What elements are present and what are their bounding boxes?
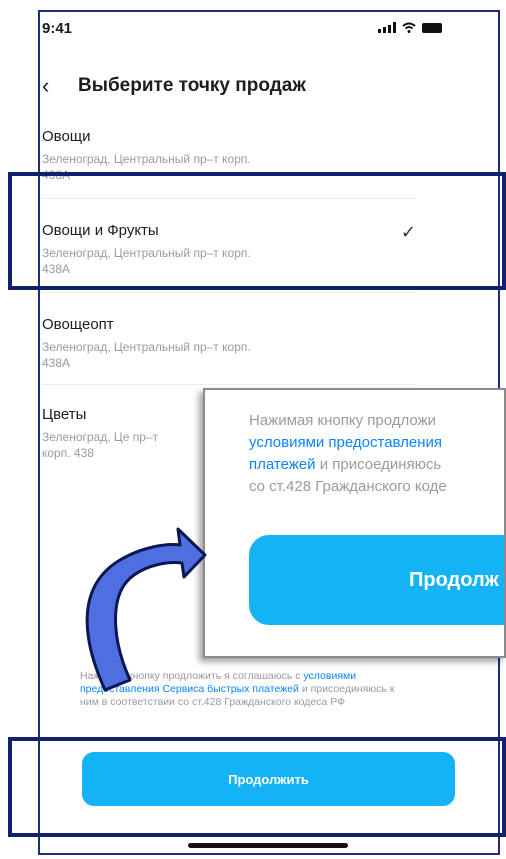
store-name: Овощеопт: [42, 316, 114, 333]
wifi-icon: [402, 22, 416, 33]
store-address: Зеленоград, Центральный пр–т корп. 438А: [42, 340, 251, 370]
curved-arrow-icon: [85, 527, 207, 692]
divider: [42, 292, 416, 293]
zoom-terms-text: Нажимая кнопку продложи условиями предос…: [249, 410, 504, 498]
zoom-line-2-link: условиями предоставления: [249, 434, 443, 451]
status-icons: [378, 22, 442, 33]
zoom-callout: Нажимая кнопку продложи условиями предос…: [203, 388, 506, 658]
page-title: Выберите точку продаж: [78, 75, 306, 96]
highlight-box-selected-store: [8, 172, 506, 290]
store-item-ovoshcheopt[interactable]: Овощеопт Зеленоград, Центральный пр–т ко…: [42, 316, 416, 371]
highlight-box-continue: [8, 737, 506, 837]
status-bar: 9:41: [42, 18, 442, 42]
home-indicator: [188, 843, 348, 848]
zoom-line-1: Нажимая кнопку продложи: [249, 412, 436, 429]
zoom-line-3-rest: и присоединяюсь: [315, 456, 442, 473]
zoom-line-3-link: платежей: [249, 456, 316, 473]
divider: [42, 384, 416, 385]
zoom-line-4: со ст.428 Гражданского коде: [249, 478, 447, 495]
back-arrow-icon[interactable]: ‹: [42, 73, 78, 99]
store-address: Зеленоград, Це пр–т корп. 438: [42, 430, 159, 460]
store-name: Овощи: [42, 128, 91, 145]
status-time: 9:41: [42, 20, 73, 37]
header: ‹ Выберите точку продаж: [42, 70, 442, 102]
zoom-continue-button: Продолж: [249, 535, 504, 625]
battery-icon: [422, 22, 442, 33]
signal-icon: [378, 22, 396, 33]
